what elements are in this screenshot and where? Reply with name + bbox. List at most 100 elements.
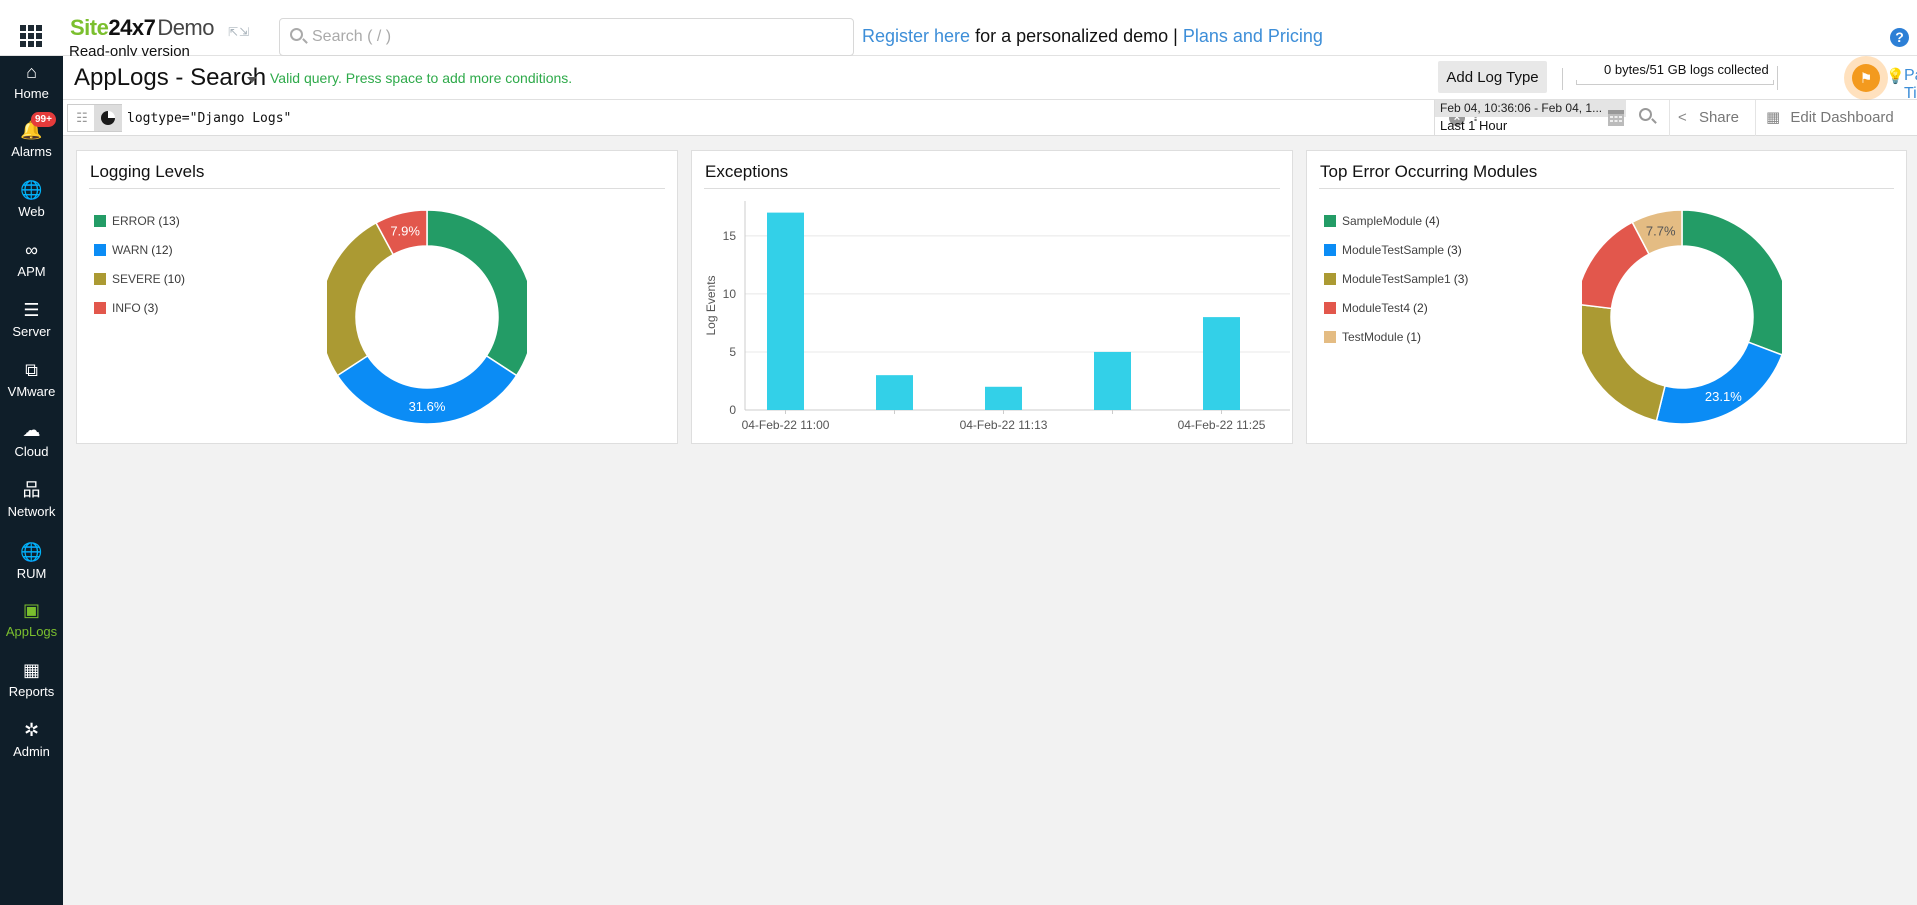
divider (1777, 66, 1778, 90)
legend-swatch (94, 214, 106, 227)
y-tick-label: 15 (723, 229, 737, 243)
sidebar-item-admin[interactable]: ✲ Admin (0, 718, 63, 774)
bar[interactable] (1094, 351, 1131, 410)
search-icon (290, 28, 303, 41)
x-tick-label: 04-Feb-22 11:25 (1178, 418, 1266, 432)
sidebar-item-label: APM (17, 264, 46, 279)
vmware-icon: ⧉ (25, 360, 38, 380)
donut-slice-samplemodule[interactable] (1681, 209, 1782, 356)
bar[interactable] (767, 212, 804, 410)
query-input[interactable] (127, 108, 1427, 128)
applogs-icon: ▣ (22, 600, 40, 620)
network-icon: 品 (22, 480, 41, 500)
binoculars-icon: ∞ (25, 240, 38, 260)
sidebar-item-apm[interactable]: ∞ APM (0, 238, 63, 294)
sidebar-item-reports[interactable]: ▦ Reports (0, 658, 63, 714)
legend-item[interactable]: INFO (3) (94, 293, 185, 322)
legend-item[interactable]: ModuleTest4 (2) (1324, 293, 1468, 322)
bar[interactable] (1203, 317, 1240, 410)
sidebar-item-home[interactable]: ⌂ Home (0, 60, 63, 116)
view-toggle: ☷ (67, 104, 122, 132)
global-search-input[interactable] (312, 26, 842, 48)
donut-slice-moduletestsample1[interactable] (1582, 304, 1666, 422)
legend-count: (3) (1453, 271, 1469, 286)
legend-label: ModuleTestSample1 (1342, 271, 1451, 286)
legend-swatch (1324, 243, 1336, 256)
calendar-icon[interactable] (1608, 108, 1624, 126)
legend-label: ModuleTest4 (1342, 300, 1411, 315)
sidebar-item-label: Reports (8, 684, 55, 699)
bell-icon: 🔔 99+ (0, 112, 63, 142)
chevron-down-icon[interactable] (247, 77, 257, 83)
edit-dashboard-button[interactable]: ▦ Edit Dashboard (1755, 100, 1917, 136)
legend-swatch (94, 243, 106, 256)
widget-title: Top Error Occurring Modules (1320, 162, 1538, 181)
chart-legend: ERROR (13) WARN (12) SEVERE (10) INFO (3) (94, 206, 185, 322)
sidebar-item-label: Home (14, 86, 49, 101)
global-search[interactable] (279, 18, 854, 56)
edit-dashboard-label: Edit Dashboard (1790, 109, 1894, 126)
top-modules-donut: 23.1% 7.7% (1582, 209, 1782, 425)
logging-levels-donut: 31.6% 7.9% (327, 209, 527, 425)
dashboard-add-icon: ▦ (1766, 109, 1781, 126)
donut-slice-severe[interactable] (327, 221, 395, 377)
donut-slice-moduletestsample[interactable] (1655, 341, 1782, 425)
legend-item[interactable]: WARN (12) (94, 235, 185, 264)
sidebar-item-cloud[interactable]: ☁ Cloud (0, 418, 63, 474)
legend-count: (13) (158, 213, 180, 228)
sidebar-item-rum[interactable]: 🌐 RUM (0, 540, 63, 596)
expand-icon[interactable]: ⇱⇲ (228, 26, 249, 46)
sidebar-item-server[interactable]: ☰ Server (0, 298, 63, 354)
list-view-icon[interactable]: ☷ (71, 108, 93, 128)
register-link[interactable]: Register here (862, 26, 970, 46)
cloud-icon: ☁ (22, 420, 41, 440)
widget-title: Logging Levels (90, 162, 205, 181)
signpost-icon[interactable]: ⚑ (1852, 64, 1880, 92)
brand-logo[interactable]: Site24x7Demo (70, 15, 214, 41)
widget-title: Exceptions (705, 162, 789, 181)
sidebar-item-network[interactable]: 品 Network (0, 478, 63, 534)
run-search-button[interactable] (1632, 100, 1662, 136)
logging-levels-widget: Logging Levels ERROR (13) WARN (12) SEVERE (1… (76, 150, 678, 444)
legend-count: (10) (163, 271, 186, 286)
legend-swatch (1324, 272, 1336, 285)
sidebar-item-alarms[interactable]: 🔔 99+ Alarms (0, 112, 63, 174)
legend-item[interactable]: ModuleTestSample1 (3) (1324, 264, 1468, 293)
pie-chart-icon (101, 111, 115, 125)
page-tips-link[interactable]: Page Tips (1904, 67, 1917, 103)
page-title[interactable]: AppLogs - Search (74, 64, 266, 92)
sidebar-item-applogs[interactable]: ▣ AppLogs (0, 598, 63, 654)
legend-item[interactable]: ERROR (13) (94, 206, 185, 235)
sidebar-item-web[interactable]: 🌐 Web (0, 178, 63, 234)
legend-item[interactable]: ModuleTestSample (3) (1324, 235, 1468, 264)
apps-grid-icon[interactable] (20, 25, 42, 47)
add-log-type-button[interactable]: Add Log Type (1438, 61, 1547, 93)
legend-swatch (94, 272, 106, 285)
gear-icon: ✲ (23, 720, 40, 740)
divider (1319, 188, 1894, 189)
bar[interactable] (876, 375, 913, 410)
legend-label: ERROR (112, 213, 156, 228)
legend-item[interactable]: SampleModule (4) (1324, 206, 1468, 235)
help-icon[interactable]: ? (1890, 28, 1909, 47)
legend-item[interactable]: SEVERE (10) (94, 264, 185, 293)
data-label: 7.7% (1646, 224, 1676, 239)
sidebar-item-vmware[interactable]: ⧉ VMware (0, 358, 63, 414)
bar[interactable] (985, 386, 1022, 410)
legend-count: (3) (143, 300, 159, 315)
sidebar-item-label: RUM (16, 566, 47, 581)
server-icon: ☰ (23, 300, 40, 320)
plans-pricing-link[interactable]: Plans and Pricing (1183, 26, 1323, 46)
donut-slice-error[interactable] (426, 209, 527, 377)
sidebar-item-label: Server (12, 324, 51, 339)
brand-demo: Demo (157, 15, 214, 40)
lightbulb-icon: 💡 (1886, 68, 1905, 85)
time-range-picker[interactable]: Feb 04, 10:36:06 - Feb 04, 1... Last 1 H… (1434, 100, 1626, 136)
legend-count: (3) (1447, 242, 1462, 257)
legend-label: TestModule (1342, 329, 1404, 344)
chart-view-button[interactable] (94, 105, 122, 131)
share-label: Share (1698, 109, 1739, 126)
share-button[interactable]: < Share (1669, 100, 1749, 136)
legend-item[interactable]: TestModule (1) (1324, 322, 1468, 351)
home-icon: ⌂ (26, 62, 37, 82)
